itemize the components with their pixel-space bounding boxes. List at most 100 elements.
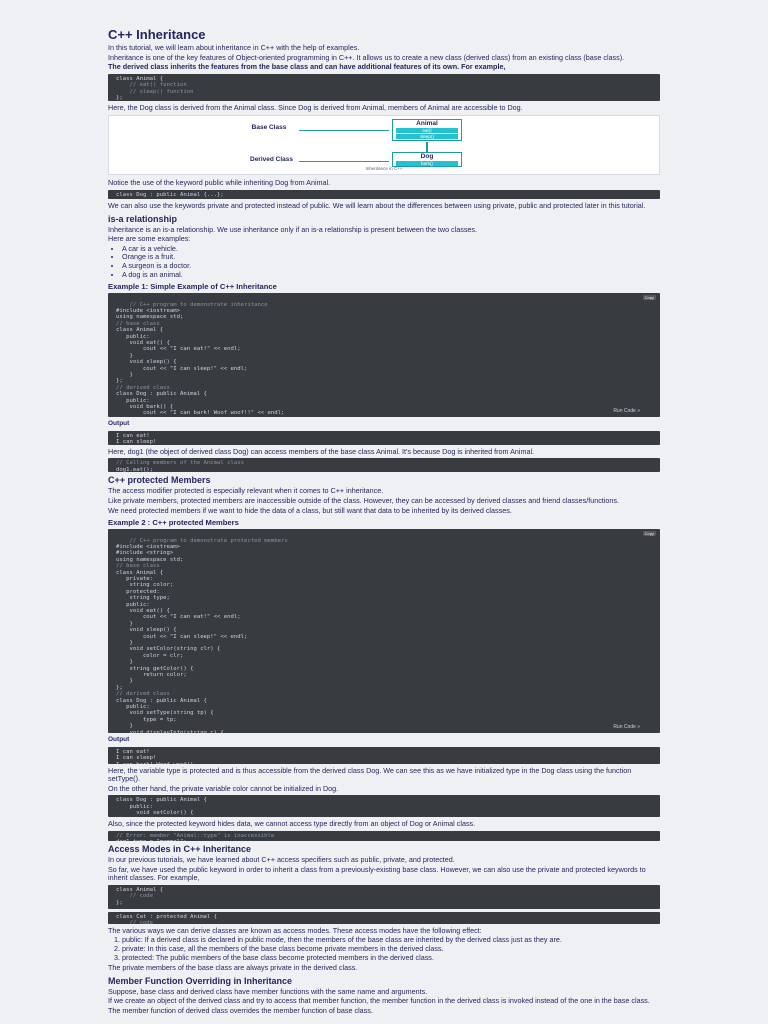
code-line: class Animal { xyxy=(116,569,164,576)
code-line: } xyxy=(116,723,133,730)
code-lines: class Animal { // code }; class Dog : pr… xyxy=(116,887,210,909)
intro-2: Inheritance is one of the key features o… xyxy=(108,52,625,62)
is-a-p1: Inheritance is an is-a relationship. We … xyxy=(108,224,478,234)
code-line: // C++ program to demonstrate protected … xyxy=(129,537,288,544)
code-line: color = clr; xyxy=(116,652,184,659)
code-line: I can bark! Woof woof!! xyxy=(116,762,193,764)
copy-button[interactable]: Copy xyxy=(642,295,656,301)
code-line: // Calling members of the Animal class xyxy=(116,460,244,467)
code-line: public: xyxy=(116,803,154,810)
dog-title: Dog xyxy=(420,153,434,161)
override-p2: If we create an object of the derived cl… xyxy=(108,996,650,1006)
override-p3: The member function of derived class ove… xyxy=(108,1006,373,1015)
base-arrow xyxy=(299,130,389,132)
code-line: void eat() { xyxy=(116,607,170,614)
protected-p2: Like private members, protected members … xyxy=(108,495,619,505)
code-line: public: xyxy=(116,704,150,711)
code-lines: // Calling members of the Animal class d… xyxy=(116,460,244,472)
access-heading: Access Modes in C++ Inheritance xyxy=(108,844,252,855)
code-line: void sleep() { xyxy=(116,359,177,366)
example2-code: // C++ program to demonstrate protected … xyxy=(108,529,660,734)
example1-explain: Here, dog1 (the object of derived class … xyxy=(108,446,535,456)
code-line: class Dog : public Animal { xyxy=(116,797,207,804)
code-lines: class Dog : public Animal { public: void… xyxy=(116,797,311,817)
eat-row: eat() xyxy=(396,128,458,134)
code-line: cout << "I can eat!" << endl; xyxy=(116,346,241,353)
code-line: #include <iostream> xyxy=(116,307,180,314)
inheritance-diagram: Base Class Derived Class Animal eat() sl… xyxy=(108,115,660,176)
code-line: public: xyxy=(116,397,150,404)
code-line: // derived class xyxy=(116,384,170,391)
code-line: class Dog : public Animal { xyxy=(116,391,207,398)
list-item: A surgeon is a doctor. xyxy=(122,261,660,271)
code-line: class Animal { xyxy=(116,886,164,893)
code-line: void displayInfo(string c) { xyxy=(116,729,224,734)
code-line: }; xyxy=(116,378,123,385)
code-line: // Error: member "Animal::type" is inacc… xyxy=(116,833,275,840)
run-code-button[interactable]: Run Code » xyxy=(613,724,640,730)
example1-output: I can eat! I can sleep! I can bark! Woof… xyxy=(108,430,660,445)
code-line: using namespace std; xyxy=(116,314,184,321)
intro-1: In this tutorial, we will learn about in… xyxy=(108,43,360,52)
inherit-arrow xyxy=(426,142,428,153)
code-line: I can eat! xyxy=(116,432,150,439)
list-item: protected: The public members of the bas… xyxy=(122,953,660,963)
code-line: string type; xyxy=(116,595,170,602)
code-line: public: xyxy=(116,601,150,608)
code-line: dog1.eat(); xyxy=(116,466,154,473)
example1-code-after: // Calling members of the Animal class d… xyxy=(108,458,660,473)
code-block-dog-public: class Dog : public Animal {...}; xyxy=(108,189,660,199)
protected-p3: We need protected members if we want to … xyxy=(108,505,512,515)
example2-code-after: class Dog : public Animal { public: void… xyxy=(108,795,660,818)
access-modes-list: public: If a derived class is declared i… xyxy=(122,936,660,962)
access-p3: The various ways we can derive classes a… xyxy=(108,925,482,935)
code-lines: // C++ program to demonstrate inheritanc… xyxy=(116,302,284,418)
override-heading: Member Function Overriding in Inheritanc… xyxy=(108,975,293,986)
page-title: C++ Inheritance xyxy=(108,27,206,42)
example2-explain1: Here, the variable type is protected and… xyxy=(108,765,632,784)
code-block-animal: class Animal { // eat() function // slee… xyxy=(108,73,660,101)
code-line: #include <string> xyxy=(116,550,174,557)
code-line: string color; xyxy=(116,582,174,589)
animal-title: Animal xyxy=(416,120,438,128)
code-line: using namespace std; xyxy=(116,556,184,563)
copy-button[interactable]: Copy xyxy=(642,531,656,537)
code-line: void sleep() { xyxy=(116,627,177,634)
list-item: A car is a vehicle. xyxy=(122,244,660,254)
code-line: // eat() function xyxy=(116,82,187,89)
code-line: } xyxy=(116,659,133,666)
protected-heading: C++ protected Members xyxy=(108,475,211,486)
is-a-p2: Here are some examples: xyxy=(108,234,191,244)
code-line: I can eat! xyxy=(116,748,150,755)
access-p2: So far, we have used the public keyword … xyxy=(108,864,646,883)
run-code-button[interactable]: Run Code » xyxy=(613,408,640,414)
code-lines: // Error: member "Animal::type" is inacc… xyxy=(116,833,274,841)
article: C++ Inheritance In this tutorial, we wil… xyxy=(108,28,660,1017)
example2-explain3: Also, since the protected keyword hides … xyxy=(108,819,476,829)
code-line: // code xyxy=(116,920,154,924)
output-label: Output xyxy=(108,736,130,744)
code-line: // Error: member "Animal::color" is inac… xyxy=(116,817,312,818)
para-private: We can also use the keywords private and… xyxy=(108,200,646,210)
code-line: void setColor() { xyxy=(116,810,194,817)
example1-heading: Example 1: Simple Example of C++ Inherit… xyxy=(108,282,277,292)
code-lines: class Cat : protected Animal { // code }… xyxy=(116,914,217,924)
code-line: dog1.type = "mammal"; xyxy=(116,839,187,841)
code-line: class Animal { xyxy=(116,75,164,82)
code-line: // base class xyxy=(116,320,160,327)
is-a-list: A car is a vehicle. Orange is a fruit. A… xyxy=(122,244,660,280)
code-line: class Animal { xyxy=(116,327,164,334)
intro-3: The derived class inherits the features … xyxy=(108,62,506,72)
example2-explain2: On the other hand, the private variable … xyxy=(108,783,339,793)
is-a-heading: is-a relationship xyxy=(108,213,178,224)
code-line: #include <iostream> xyxy=(116,543,180,550)
code-line: void setType(string tp) { xyxy=(116,710,214,717)
code-line: } xyxy=(116,640,133,646)
code-line: // sleep() function xyxy=(116,88,194,95)
code-line: private: xyxy=(116,575,154,582)
code-lines: // C++ program to demonstrate protected … xyxy=(116,538,288,734)
list-item: A dog is an animal. xyxy=(122,270,660,280)
code-line: cout << "I can eat!" << endl; xyxy=(116,614,241,621)
code-line: void eat() { xyxy=(116,339,170,346)
diagram-caption: Inheritance in C++ xyxy=(365,165,403,171)
